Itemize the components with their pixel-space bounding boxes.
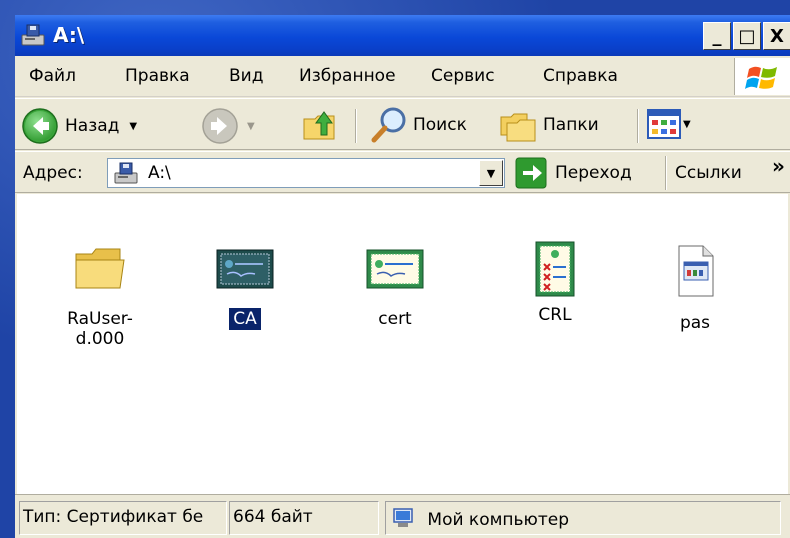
- go-arrow-icon: [515, 157, 547, 189]
- windows-logo-area: [734, 58, 790, 95]
- explorer-window: A:\ _ □ X Файл Правка Вид Избранное Серв…: [15, 15, 790, 538]
- minimize-icon: _: [712, 25, 722, 47]
- maximize-button[interactable]: □: [733, 22, 761, 50]
- search-label: Поиск: [413, 115, 467, 135]
- back-button[interactable]: Назад ▼: [21, 107, 137, 145]
- file-item-cert[interactable]: cert: [335, 244, 455, 330]
- close-icon: X: [770, 25, 784, 47]
- views-grid-icon: [647, 109, 681, 139]
- forward-button[interactable]: ▼: [201, 107, 255, 145]
- up-folder-button[interactable]: [301, 105, 341, 145]
- file-item-crl[interactable]: CRL: [495, 240, 615, 326]
- minimize-button[interactable]: _: [703, 22, 731, 50]
- windows-logo-icon: [745, 66, 777, 89]
- folders-button[interactable]: Папки: [497, 105, 599, 145]
- menu-bar: Файл Правка Вид Избранное Сервис Справка: [15, 56, 790, 97]
- file-list-pane[interactable]: RaUser-d.000 CA cert CRL pas: [17, 194, 788, 494]
- my-computer-icon: [393, 508, 413, 527]
- address-separator: [665, 156, 667, 190]
- go-label: Переход: [555, 163, 632, 183]
- close-button[interactable]: X: [763, 22, 790, 50]
- crl-icon: [535, 241, 575, 297]
- file-name: CA: [229, 308, 261, 330]
- maximize-icon: □: [738, 25, 756, 47]
- back-arrow-icon: [22, 108, 58, 144]
- back-label: Назад: [65, 116, 120, 136]
- window-title: A:\: [53, 23, 85, 47]
- status-size: 664 байт: [229, 501, 379, 535]
- address-dropdown-button[interactable]: ▼: [479, 160, 503, 186]
- go-button[interactable]: Переход: [515, 157, 632, 189]
- folder-icon: [75, 248, 125, 289]
- more-chevron-icon[interactable]: »: [772, 154, 785, 178]
- toolbar: Назад ▼ ▼ Поиск Папки ▼: [15, 98, 790, 150]
- floppy-drive-icon: [21, 24, 45, 46]
- menu-help[interactable]: Справка: [543, 66, 618, 86]
- toolbar-separator: [355, 109, 357, 143]
- search-icon: [371, 107, 406, 143]
- links-button[interactable]: Ссылки: [675, 163, 742, 183]
- views-button[interactable]: ▼: [647, 107, 691, 141]
- menu-file[interactable]: Файл: [29, 66, 76, 86]
- search-button[interactable]: Поиск: [369, 105, 467, 145]
- status-type: Тип: Сертификат бе: [19, 501, 227, 535]
- status-location-panel: Мой компьютер: [385, 501, 781, 535]
- menu-tools[interactable]: Сервис: [431, 66, 495, 86]
- file-item-pas[interactable]: pas: [635, 244, 755, 334]
- title-bar[interactable]: A:\ _ □ X: [15, 15, 790, 56]
- status-bar: Тип: Сертификат бе 664 байт Мой компьюте…: [15, 494, 790, 538]
- certificate-icon: [216, 249, 274, 289]
- file-name: RaUser-d.000: [67, 309, 133, 349]
- menu-edit[interactable]: Правка: [125, 66, 190, 86]
- address-value: A:\: [148, 163, 171, 183]
- file-name: cert: [378, 309, 412, 329]
- file-item-ca[interactable]: CA: [185, 244, 305, 330]
- chevron-down-icon: ▼: [486, 166, 496, 180]
- address-label: Адрес:: [23, 163, 83, 183]
- menu-favorites[interactable]: Избранное: [299, 66, 396, 86]
- forward-arrow-icon: [202, 108, 238, 144]
- file-item-folder[interactable]: RaUser-d.000: [40, 244, 160, 350]
- address-bar: Адрес: A:\ ▼ Переход Ссылки »: [15, 151, 790, 193]
- floppy-drive-icon: [114, 162, 138, 184]
- file-name: pas: [679, 313, 711, 333]
- document-icon: [678, 245, 714, 297]
- folders-icon: [500, 113, 536, 142]
- toolbar-separator: [637, 109, 639, 143]
- file-name: CRL: [538, 305, 572, 325]
- menu-view[interactable]: Вид: [229, 66, 263, 86]
- back-dropdown-icon[interactable]: ▼: [129, 121, 137, 132]
- views-dropdown-icon[interactable]: ▼: [683, 119, 691, 130]
- status-location: Мой компьютер: [427, 510, 570, 530]
- folder-up-icon: [303, 111, 335, 140]
- forward-dropdown-icon[interactable]: ▼: [247, 121, 255, 132]
- folders-label: Папки: [543, 115, 599, 135]
- certificate-icon: [366, 249, 424, 289]
- address-input[interactable]: A:\ ▼: [107, 158, 505, 188]
